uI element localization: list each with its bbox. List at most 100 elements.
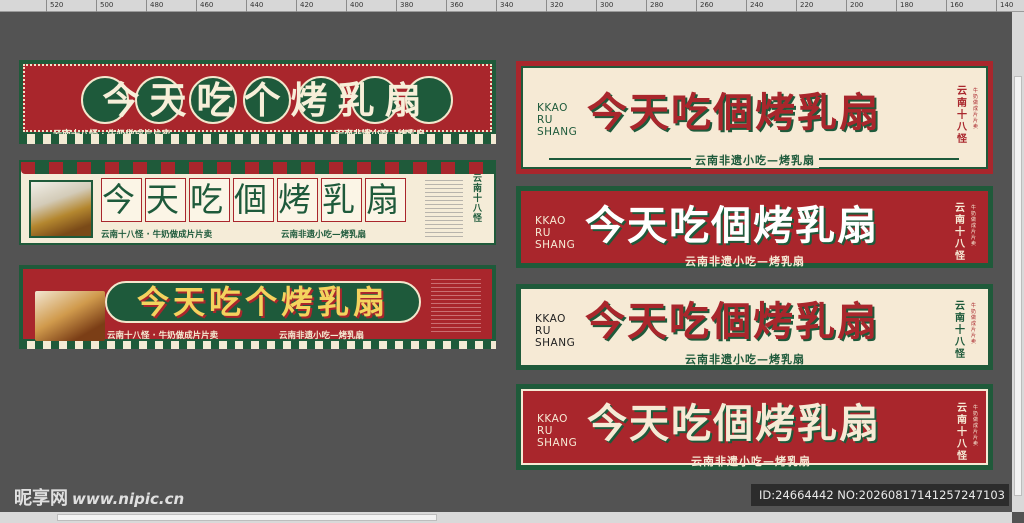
ruler-tick: 160 xyxy=(946,0,963,12)
banner-panel: KKAO RU SHANG 今天吃個烤乳扇 云南非遗小吃—烤乳扇 云南十八怪 牛… xyxy=(521,289,988,366)
tiny-vertical-text: 牛奶做成片片卖 xyxy=(971,205,977,247)
ruler-tick: 360 xyxy=(446,0,463,12)
stripe-border xyxy=(19,341,496,349)
vertical-text: 云南十八怪 xyxy=(473,174,483,224)
title-char: 個 xyxy=(233,178,274,222)
ruler-tick: 180 xyxy=(896,0,913,12)
banner-title: 今天吃個烤乳扇 xyxy=(587,89,881,136)
ruler-tick: 400 xyxy=(346,0,363,12)
body-text-block xyxy=(431,279,481,335)
banner-left-1[interactable]: 今天吃个烤乳扇 云南十八怪 · 牛奶做成片片卖 云南非遗小吃—烤乳扇 xyxy=(19,60,496,144)
ruler-label: 320 xyxy=(550,1,564,9)
banner-left-3[interactable]: 今天吃个烤乳扇 云南十八怪 · 牛奶做成片片卖 云南非遗小吃—烤乳扇 xyxy=(19,265,496,349)
horizontal-scrollbar[interactable] xyxy=(0,512,1012,523)
vertical-scroll-thumb[interactable] xyxy=(1014,76,1022,496)
ruler-label: 260 xyxy=(700,1,714,9)
ruler-label: 140 xyxy=(1000,1,1014,9)
watermark: 昵享网 www.nipic.cn xyxy=(14,484,184,510)
banner-title: 今天吃個烤乳扇 xyxy=(585,202,879,249)
body-text-block xyxy=(425,180,463,238)
ruler-tick: 200 xyxy=(846,0,863,12)
banner-subtitle: 云南非遗小吃—烤乳扇 xyxy=(685,255,805,268)
ruler-label: 460 xyxy=(200,1,214,9)
stripe-border xyxy=(19,134,496,144)
title-char: 天 xyxy=(145,178,186,222)
banner-title: 今天吃個烤乳扇 xyxy=(587,400,881,447)
ruler-tick: 220 xyxy=(796,0,813,12)
ruler-tick: 380 xyxy=(396,0,413,12)
horizontal-ruler[interactable]: 520 500 480 460 440 420 400 380 360 340 … xyxy=(0,0,1024,12)
banner-right-4[interactable]: KKAO RU SHANG 今天吃個烤乳扇 云南非遗小吃—烤乳扇 云南十八怪 牛… xyxy=(516,384,993,470)
ruler-tick: 460 xyxy=(196,0,213,12)
ruler-label: 380 xyxy=(400,1,414,9)
title-char: 今 xyxy=(101,178,142,222)
banner-subtitle: 云南非遗小吃—烤乳扇 xyxy=(691,152,819,168)
banner-title: 今天吃个烤乳扇 xyxy=(136,283,389,321)
ruler-tick: 420 xyxy=(296,0,313,12)
ruler-tick: 280 xyxy=(646,0,663,12)
ruler-tick: 240 xyxy=(746,0,763,12)
food-photo xyxy=(35,291,105,341)
ruler-tick: 480 xyxy=(146,0,163,12)
ruler-tick: 260 xyxy=(696,0,713,12)
ruler-tick: 140 xyxy=(996,0,1013,12)
banner-panel: KKAO RU SHANG 今天吃個烤乳扇 云南非遗小吃—烤乳扇 云南十八怪 牛… xyxy=(521,389,988,468)
banner-subtitle-right: 云南非遗小吃—烤乳扇 xyxy=(281,230,367,240)
title-char: 扇 xyxy=(365,178,406,222)
vertical-text: 云南十八怪 xyxy=(955,301,965,360)
banner-subtitle-left: 云南十八怪 · 牛奶做成片片卖 xyxy=(107,331,219,341)
tiny-vertical-text: 牛奶做成片片卖 xyxy=(971,303,977,345)
ruler-label: 280 xyxy=(650,1,664,9)
banner-panel: KKAO RU SHANG 今天吃個烤乳扇 云南非遗小吃—烤乳扇 云南十八怪 牛… xyxy=(521,191,988,268)
ruler-label: 360 xyxy=(450,1,464,9)
title-char: 吃 xyxy=(189,178,230,222)
ruler-label: 200 xyxy=(850,1,864,9)
watermark-domain: www.nipic.cn xyxy=(72,490,185,508)
ruler-label: 220 xyxy=(800,1,814,9)
ruler-label: 300 xyxy=(600,1,614,9)
ruler-tick: 500 xyxy=(96,0,113,12)
vertical-text: 云南十八怪 xyxy=(957,86,967,145)
banner-subtitle-right: 云南非遗小吃—烤乳扇 xyxy=(279,331,365,341)
watermark-brand: 昵享网 xyxy=(14,488,68,509)
tiny-vertical-text: 牛奶做成片片卖 xyxy=(973,88,979,130)
pinyin-label: KKAO RU SHANG xyxy=(535,215,576,251)
tiny-vertical-text: 牛奶做成片片卖 xyxy=(973,405,979,447)
ruler-tick: 300 xyxy=(596,0,613,12)
ruler-label: 180 xyxy=(900,1,914,9)
banner-title: 今天吃個烤乳扇 xyxy=(585,298,879,345)
horizontal-scroll-thumb[interactable] xyxy=(57,514,437,521)
title-char: 烤 xyxy=(277,178,318,222)
vertical-scrollbar[interactable] xyxy=(1012,12,1024,512)
banner-left-2[interactable]: 今天吃個烤乳扇 云南十八怪 · 牛奶做成片片卖 云南非遗小吃—烤乳扇 云南十八怪 xyxy=(19,160,496,245)
banner-panel: 今天吃个烤乳扇 云南十八怪 · 牛奶做成片片卖 云南非遗小吃—烤乳扇 xyxy=(23,269,492,341)
banner-panel: KKAO RU SHANG 今天吃個烤乳扇 云南非遗小吃—烤乳扇 云南十八怪 牛… xyxy=(521,66,988,169)
ruler-tick: 520 xyxy=(46,0,63,12)
ruler-label: 440 xyxy=(250,1,264,9)
ruler-label: 420 xyxy=(300,1,314,9)
banner-subtitle: 云南非遗小吃—烤乳扇 xyxy=(685,353,805,366)
banner-title: 今天吃個烤乳扇 xyxy=(101,178,409,222)
banner-title: 今天吃个烤乳扇 xyxy=(102,78,432,122)
ruler-label: 340 xyxy=(500,1,514,9)
food-photo xyxy=(29,180,93,238)
ruler-label: 500 xyxy=(100,1,114,9)
ruler-label: 480 xyxy=(150,1,164,9)
banner-subtitle-left: 云南十八怪 · 牛奶做成片片卖 xyxy=(101,230,213,240)
banner-right-1[interactable]: KKAO RU SHANG 今天吃個烤乳扇 云南非遗小吃—烤乳扇 云南十八怪 牛… xyxy=(516,61,993,174)
ruler-label: 400 xyxy=(350,1,364,9)
ruler-tick: 340 xyxy=(496,0,513,12)
ruler-tick: 320 xyxy=(546,0,563,12)
image-id-bar: ID:24664442 NO:20260817141257247103 xyxy=(751,484,1009,506)
ruler-tick: 440 xyxy=(246,0,263,12)
title-char: 乳 xyxy=(321,178,362,222)
ruler-label: 160 xyxy=(950,1,964,9)
awning-stripe xyxy=(21,162,494,174)
pinyin-label: KKAO RU SHANG xyxy=(535,313,576,349)
banner-subtitle: 云南非遗小吃—烤乳扇 xyxy=(691,455,811,468)
pinyin-label: KKAO RU SHANG xyxy=(537,102,578,138)
ruler-label: 520 xyxy=(50,1,64,9)
banner-right-3[interactable]: KKAO RU SHANG 今天吃個烤乳扇 云南非遗小吃—烤乳扇 云南十八怪 牛… xyxy=(516,284,993,370)
banner-right-2[interactable]: KKAO RU SHANG 今天吃個烤乳扇 云南非遗小吃—烤乳扇 云南十八怪 牛… xyxy=(516,186,993,268)
pinyin-label: KKAO RU SHANG xyxy=(537,413,578,449)
